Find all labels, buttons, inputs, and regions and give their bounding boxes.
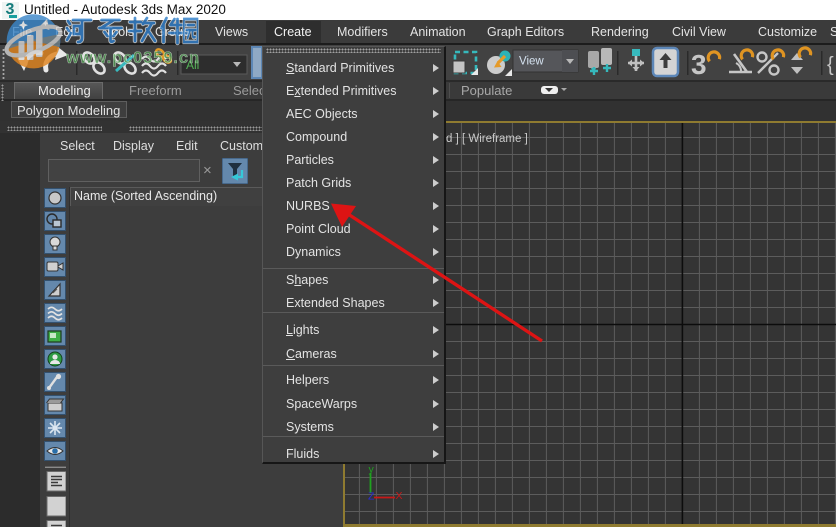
svg-text:www.pc0359.cn: www.pc0359.cn [65, 49, 200, 67]
